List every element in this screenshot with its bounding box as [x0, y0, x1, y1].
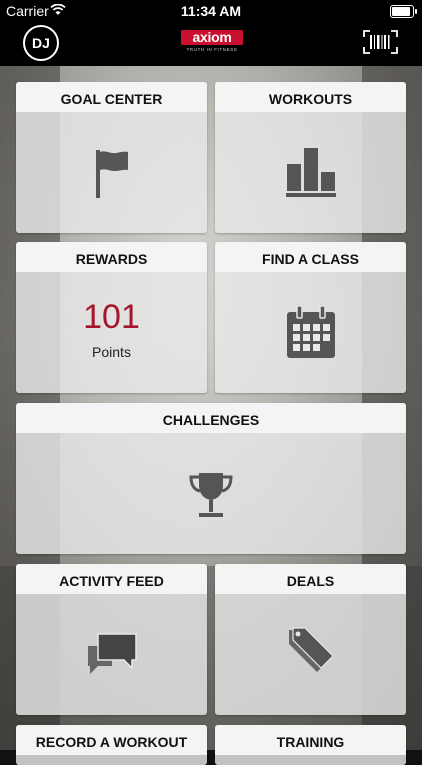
flag-icon [96, 150, 128, 198]
logo-tagline: TRUTH IN FITNESS [186, 47, 238, 52]
deals-tile[interactable]: DEALS [215, 564, 406, 715]
brand-logo: axiom TRUTH IN FITNESS [181, 30, 243, 54]
training-title: TRAINING [215, 725, 406, 755]
challenges-tile[interactable]: CHALLENGES [16, 403, 406, 554]
workouts-tile[interactable]: WORKOUTS [215, 82, 406, 233]
top-bar: Carrier 11:34 AM DJ axiom TRUTH IN FITNE… [0, 0, 422, 66]
chat-bubbles-icon [88, 633, 137, 674]
goal-center-title: GOAL CENTER [16, 82, 207, 112]
trophy-icon [189, 473, 233, 517]
workouts-title: WORKOUTS [215, 82, 406, 112]
status-time: 11:34 AM [180, 3, 242, 19]
rewards-title: REWARDS [16, 242, 207, 272]
avatar-initials: DJ [32, 35, 50, 51]
logo-wordmark: axiom [181, 30, 243, 45]
deals-title: DEALS [215, 564, 406, 594]
activity-feed-title: ACTIVITY FEED [16, 564, 207, 594]
rewards-tile[interactable]: REWARDS 101 Points [16, 242, 207, 393]
goal-center-tile[interactable]: GOAL CENTER [16, 82, 207, 233]
find-a-class-title: FIND A CLASS [215, 242, 406, 272]
calendar-icon [287, 306, 335, 358]
training-tile[interactable]: TRAINING [215, 725, 406, 765]
activity-feed-tile[interactable]: ACTIVITY FEED [16, 564, 207, 715]
reward-points-value: 101 [83, 298, 140, 336]
challenges-title: CHALLENGES [16, 403, 406, 433]
find-a-class-tile[interactable]: FIND A CLASS [215, 242, 406, 393]
battery-icon [390, 5, 417, 18]
reward-points-label: Points [92, 344, 131, 360]
status-bar: Carrier 11:34 AM [0, 0, 422, 22]
record-a-workout-title: RECORD A WORKOUT [16, 725, 207, 755]
barcode-icon [363, 30, 398, 54]
bar-chart-icon [286, 148, 336, 197]
barcode-button[interactable] [363, 30, 398, 54]
avatar[interactable]: DJ [23, 25, 59, 61]
record-a-workout-tile[interactable]: RECORD A WORKOUT [16, 725, 207, 765]
price-tags-icon [289, 627, 334, 672]
